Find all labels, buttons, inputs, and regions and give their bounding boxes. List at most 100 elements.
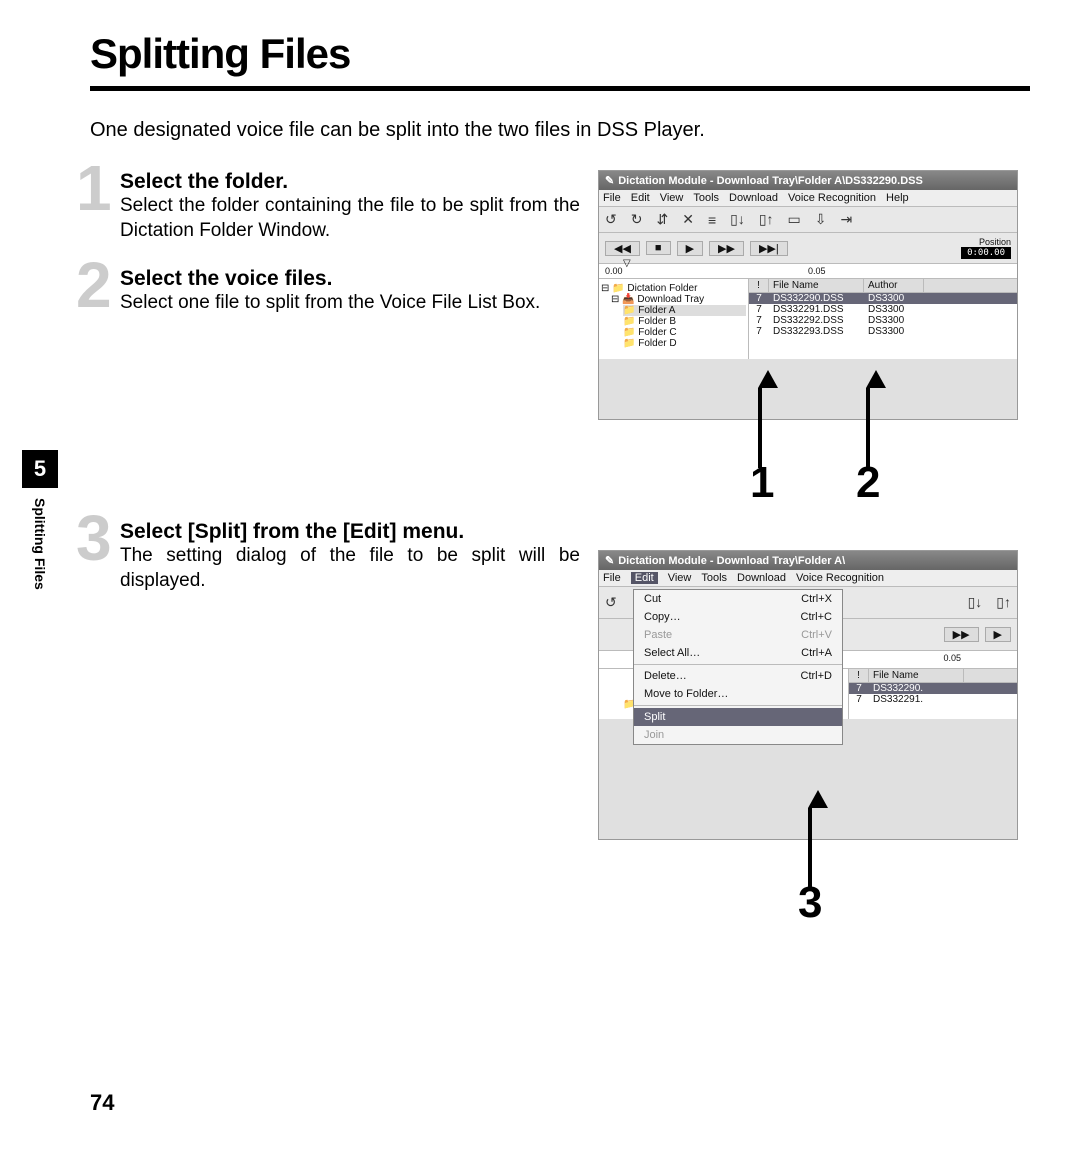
window-title: Dictation Module - Download Tray\Folder …: [618, 555, 845, 567]
table-row-selected[interactable]: 7 DS332290.DSS DS3300: [749, 293, 1017, 304]
menu-item-join: Join: [634, 726, 842, 744]
folder-tree[interactable]: ⊟ 📁 Dictation Folder ⊟ 📥 Download Tray 📁…: [599, 279, 749, 359]
step-number: 1: [76, 156, 112, 220]
menu-edit-selected[interactable]: Edit: [631, 572, 658, 584]
ff-button[interactable]: ▶▶: [709, 241, 744, 256]
tree-node[interactable]: ⊟ 📁 Dictation Folder: [601, 283, 746, 294]
callout-arrow-3: [808, 790, 810, 888]
ff-button[interactable]: ▶▶: [944, 627, 979, 642]
window-titlebar: ✎ Dictation Module - Download Tray\Folde…: [599, 551, 1017, 570]
window-title: Dictation Module - Download Tray\Folder …: [618, 175, 923, 187]
callout-arrow-2: [866, 370, 868, 468]
step-1: 1 Select the folder. Select the folder c…: [90, 170, 580, 243]
step-body: Select one file to split from the Voice …: [120, 291, 580, 316]
step-number: 3: [76, 506, 112, 570]
menubar[interactable]: File Edit View Tools Download Voice Reco…: [599, 190, 1017, 207]
step-2: 2 Select the voice files. Select one fil…: [90, 267, 580, 316]
menubar[interactable]: File Edit View Tools Download Voice Reco…: [599, 570, 1017, 587]
menu-view[interactable]: View: [660, 192, 684, 204]
toolbar-btn[interactable]: ↺: [605, 211, 617, 228]
menu-download[interactable]: Download: [729, 192, 778, 204]
delete-icon[interactable]: ✕: [682, 211, 694, 228]
col-header[interactable]: File Name: [869, 669, 964, 682]
play-button[interactable]: ▶: [677, 241, 703, 256]
ruler-val: 0.05: [943, 653, 961, 666]
menu-item-cut[interactable]: CutCtrl+X: [634, 590, 842, 608]
edit-menu-dropdown[interactable]: CutCtrl+X Copy…Ctrl+C PasteCtrl+V Select…: [633, 589, 843, 745]
toolbar-btn[interactable]: ⇵: [656, 211, 668, 228]
toolbar: ↺ ↻ ⇵ ✕ ≡ ▯↓ ▯↑ ▭ ⇩ ⇥: [599, 207, 1017, 233]
menu-tools[interactable]: Tools: [701, 572, 727, 584]
toolbar-btn[interactable]: ⇩: [815, 211, 827, 228]
player-bar: ◀◀ ■ ▶ ▶▶ ▶▶| Position 0:00.00: [599, 233, 1017, 264]
rewind-button[interactable]: ◀◀: [605, 241, 640, 256]
stop-button[interactable]: ■: [646, 241, 671, 255]
table-row-selected[interactable]: 7 DS332290.: [849, 683, 1017, 694]
slider-knob-icon[interactable]: ▽: [623, 258, 631, 269]
skip-end-button[interactable]: ▶▶|: [750, 241, 788, 256]
page-title: Splitting Files: [90, 30, 1030, 78]
toolbar-btn[interactable]: ⇥: [841, 211, 853, 228]
col-header[interactable]: Author: [864, 279, 924, 292]
chapter-tab: 5 Splitting Files: [22, 450, 58, 590]
toolbar-btn[interactable]: ▯↓: [968, 594, 983, 611]
divider: [90, 86, 1030, 91]
menu-download[interactable]: Download: [737, 572, 786, 584]
menu-view[interactable]: View: [668, 572, 692, 584]
menu-item-select-all[interactable]: Select All…Ctrl+A: [634, 644, 842, 662]
ruler-mid: 0.05: [808, 266, 826, 276]
col-header[interactable]: File Name: [769, 279, 864, 292]
chapter-number: 5: [22, 450, 58, 488]
tree-node[interactable]: 📁 Folder B: [623, 316, 746, 327]
toolbar-btn[interactable]: ▯↓: [730, 211, 745, 228]
tree-node[interactable]: 📁 Folder D: [623, 338, 746, 349]
ruler-start: 0.00: [605, 266, 623, 276]
step-title: Select the folder.: [120, 170, 580, 194]
play-small-button[interactable]: ▶: [985, 627, 1011, 642]
table-row[interactable]: 7 DS332293.DSS DS3300: [749, 326, 1017, 337]
table-row[interactable]: 7 DS332291.DSS DS3300: [749, 304, 1017, 315]
menu-voice-recognition[interactable]: Voice Recognition: [796, 572, 884, 584]
position-label: Position: [961, 237, 1011, 247]
menu-help[interactable]: Help: [886, 192, 909, 204]
tree-node[interactable]: 📁 Folder C: [623, 327, 746, 338]
menu-item-delete[interactable]: Delete…Ctrl+D: [634, 667, 842, 685]
callout-number-3: 3: [798, 878, 822, 928]
tree-node-selected[interactable]: 📁 Folder A: [623, 305, 746, 316]
toolbar-btn[interactable]: ▯↑: [996, 594, 1011, 611]
page-number: 74: [90, 1090, 114, 1116]
file-list[interactable]: ! File Name Author 7 DS332290.DSS DS3300…: [749, 279, 1017, 359]
callout-number-1: 1: [750, 458, 774, 508]
toolbar-btn[interactable]: ↺: [605, 594, 617, 611]
table-row[interactable]: 7 DS332291.: [849, 694, 1017, 705]
table-row[interactable]: 7 DS332292.DSS DS3300: [749, 315, 1017, 326]
col-header[interactable]: !: [849, 669, 869, 682]
screenshot-1: ✎ Dictation Module - Download Tray\Folde…: [598, 170, 1018, 420]
step-title: Select the voice files.: [120, 267, 580, 291]
menu-item-copy[interactable]: Copy…Ctrl+C: [634, 608, 842, 626]
menu-item-move-to-folder[interactable]: Move to Folder…: [634, 685, 842, 703]
col-header[interactable]: !: [749, 279, 769, 292]
toolbar-btn[interactable]: ↻: [631, 211, 643, 228]
menu-tools[interactable]: Tools: [693, 192, 719, 204]
menu-item-split-selected[interactable]: Split: [634, 708, 842, 726]
file-list[interactable]: ! File Name 7 DS332290. 7 DS332291.: [849, 669, 1017, 719]
step-title: Select [Split] from the [Edit] menu.: [120, 520, 580, 544]
time-ruler[interactable]: ▽ 0.00 0.05: [599, 264, 1017, 279]
menu-voice-recognition[interactable]: Voice Recognition: [788, 192, 876, 204]
menu-file[interactable]: File: [603, 572, 621, 584]
app-icon: ✎: [605, 554, 614, 567]
callout-arrow-1: [758, 370, 760, 468]
toolbar-btn[interactable]: ▭: [788, 211, 801, 228]
list-icon[interactable]: ≡: [708, 212, 716, 228]
toolbar-btn[interactable]: ▯↑: [759, 211, 774, 228]
callout-number-2: 2: [856, 458, 880, 508]
step-body: Select the folder containing the file to…: [120, 194, 580, 243]
step-3: 3 Select [Split] from the [Edit] menu. T…: [90, 520, 580, 593]
menu-edit[interactable]: Edit: [631, 192, 650, 204]
tree-node[interactable]: ⊟ 📥 Download Tray: [611, 294, 746, 305]
step-body: The setting dialog of the file to be spl…: [120, 544, 580, 593]
chapter-label: Splitting Files: [32, 498, 48, 590]
app-icon: ✎: [605, 174, 614, 187]
menu-file[interactable]: File: [603, 192, 621, 204]
